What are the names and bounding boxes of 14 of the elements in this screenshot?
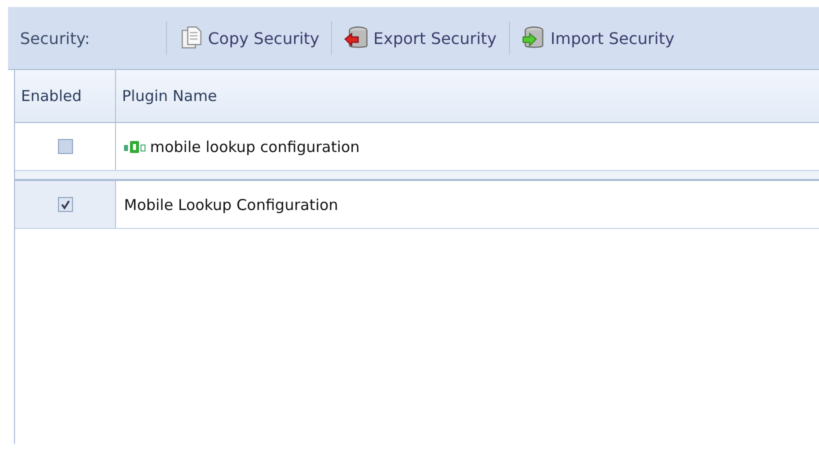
database-arrow-icon <box>344 26 368 50</box>
checkbox[interactable] <box>58 139 72 154</box>
toolbar-label: Security: <box>20 28 91 48</box>
text-field-icon <box>124 140 146 152</box>
column-header[interactable]: Plugin Name <box>116 70 819 122</box>
toolbar-button[interactable]: Import Security <box>516 24 680 52</box>
checkbox[interactable] <box>58 197 72 212</box>
toolbar-button[interactable]: Copy Security <box>173 24 326 52</box>
plugin-name: Mobile Lookup Configuration <box>124 196 338 214</box>
toolbar-button[interactable]: Export Security <box>338 24 503 52</box>
plugin-name: mobile lookup configuration <box>150 138 360 156</box>
copy-icon <box>179 26 203 50</box>
database-arrow-icon <box>522 26 546 50</box>
column-header[interactable]: Enabled <box>15 70 116 122</box>
